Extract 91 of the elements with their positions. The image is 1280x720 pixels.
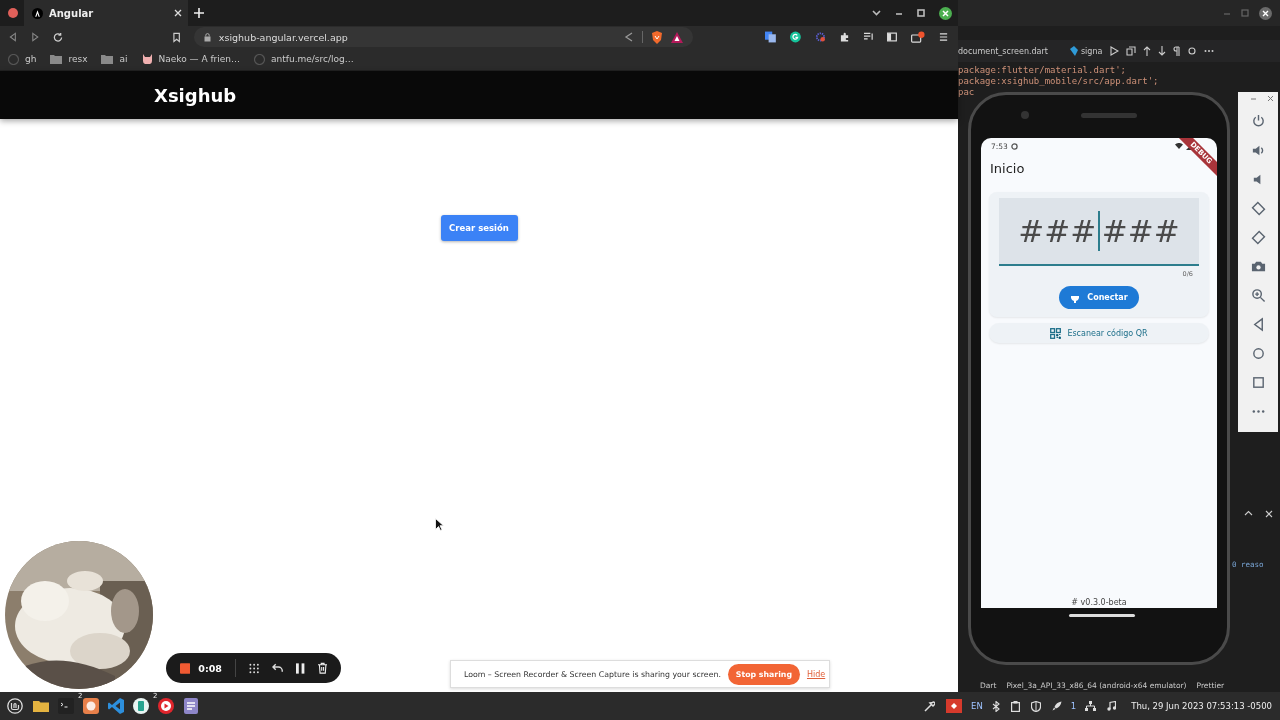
music-note-icon[interactable] (1107, 701, 1117, 711)
code-line: package:xsighub_mobile/src/app.dart'; (958, 76, 1159, 87)
connect-button[interactable]: Conectar (1059, 286, 1139, 309)
mouse-cursor-icon (435, 518, 444, 531)
bluetooth-icon[interactable] (991, 700, 1000, 712)
trash-icon[interactable] (317, 662, 327, 674)
bookmark-item[interactable]: gh (8, 53, 37, 65)
g-icon[interactable] (789, 31, 801, 43)
mint-menu-icon[interactable] (7, 698, 23, 714)
arrow-down-icon[interactable] (1158, 46, 1167, 56)
version-label: # v0.3.0-beta (1071, 598, 1127, 607)
sparkle-icon[interactable] (814, 31, 826, 43)
anydesk-icon[interactable] (946, 699, 963, 713)
editor-tab[interactable]: document_screen.dart (958, 46, 1062, 56)
run-icon[interactable] (1109, 46, 1120, 56)
sidebar-icon[interactable] (887, 32, 898, 42)
editor-tab[interactable]: signa (1068, 46, 1103, 56)
qr-code-icon (1050, 327, 1062, 339)
folder-icon (101, 54, 114, 64)
grid-dots-icon[interactable] (248, 662, 260, 674)
copy-icon[interactable] (1126, 46, 1137, 56)
code-line: package:flutter/material.dart'; (958, 65, 1126, 76)
play-icon[interactable] (157, 697, 175, 715)
gear-icon (1010, 142, 1018, 150)
network-icon[interactable] (1085, 701, 1097, 711)
menu-icon[interactable] (939, 32, 949, 42)
workspace-number[interactable]: 1 (1070, 701, 1077, 711)
chevron-down-icon[interactable] (872, 10, 881, 16)
pilcrow-icon[interactable] (1173, 46, 1181, 56)
browser-tab[interactable]: Angular (24, 0, 188, 26)
share-icon[interactable] (624, 32, 635, 42)
circle-icon[interactable] (1187, 46, 1198, 56)
triangle-icon[interactable] (671, 31, 684, 43)
overview-icon[interactable] (1250, 375, 1266, 390)
bookmark-item[interactable]: resx (50, 54, 88, 64)
cat-icon (141, 54, 153, 64)
hide-link[interactable]: Hide (806, 669, 826, 679)
camera-icon[interactable] (1250, 259, 1266, 274)
rotate-right-icon[interactable] (1250, 230, 1266, 245)
maximize-icon[interactable] (917, 9, 925, 17)
angular-icon (32, 7, 43, 19)
bookmark-item[interactable]: antfu.me/src/log… (254, 53, 354, 65)
globe-icon (254, 53, 266, 65)
folder-icon (50, 54, 63, 64)
reload-icon[interactable] (53, 31, 64, 43)
stop-icon[interactable] (180, 662, 191, 674)
bookmark-item[interactable]: Naeko — A frien… (141, 54, 241, 64)
bookmark-item[interactable]: ai (101, 54, 128, 64)
code-line: pac (958, 87, 975, 98)
lock-icon (203, 32, 211, 42)
site-brand[interactable]: Xsighub (154, 84, 237, 106)
undo-icon[interactable] (272, 663, 284, 673)
more-icon[interactable] (1204, 49, 1215, 53)
forward-icon[interactable] (31, 32, 40, 42)
speaker-grille (1081, 113, 1137, 118)
lion-shield-icon[interactable] (651, 30, 664, 44)
scan-qr-button[interactable]: Escanear código QR (989, 323, 1209, 343)
rotate-left-icon[interactable] (1250, 201, 1266, 216)
dart-icon (1068, 46, 1078, 56)
bookmark-icon[interactable] (172, 31, 180, 43)
camera-lens (1021, 111, 1029, 119)
close-icon[interactable] (1259, 6, 1272, 20)
keyboard-language[interactable]: EN (971, 701, 983, 711)
address-bar[interactable]: xsighub-angular.vercel.app (193, 27, 694, 47)
close-icon[interactable] (1265, 510, 1273, 518)
terminal-icon[interactable] (57, 697, 75, 715)
chevron-up-icon[interactable] (1244, 510, 1253, 516)
back-icon[interactable] (9, 32, 18, 42)
playlist-icon[interactable] (863, 32, 874, 42)
close-icon[interactable] (939, 6, 952, 20)
arrow-up-icon[interactable] (1143, 46, 1152, 56)
recording-time: 0:08 (198, 662, 222, 674)
power-icon[interactable] (1250, 114, 1266, 129)
record-icon (8, 8, 18, 18)
translate-icon[interactable] (765, 31, 776, 43)
globe-icon (8, 53, 19, 65)
clock[interactable]: Thu, 29 Jun 2023 07:53:13 -0500 (1131, 701, 1272, 711)
vscode-icon[interactable] (107, 697, 125, 715)
notes-icon[interactable] (182, 697, 200, 715)
wifi-icon (1175, 143, 1183, 149)
shield-icon[interactable] (1030, 700, 1041, 712)
wallet-icon[interactable] (911, 30, 925, 44)
create-session-button[interactable]: Crear sesión (440, 215, 518, 241)
pause-icon[interactable] (296, 662, 305, 674)
color-picker-icon[interactable] (924, 700, 936, 712)
puzzle-icon[interactable] (839, 31, 850, 43)
home-icon[interactable] (1250, 346, 1266, 361)
new-tab-icon[interactable] (194, 8, 204, 18)
zoom-in-icon[interactable] (1250, 288, 1266, 303)
clipboard-icon[interactable] (1010, 700, 1020, 712)
code-input-field[interactable]: ### ### (999, 198, 1199, 266)
